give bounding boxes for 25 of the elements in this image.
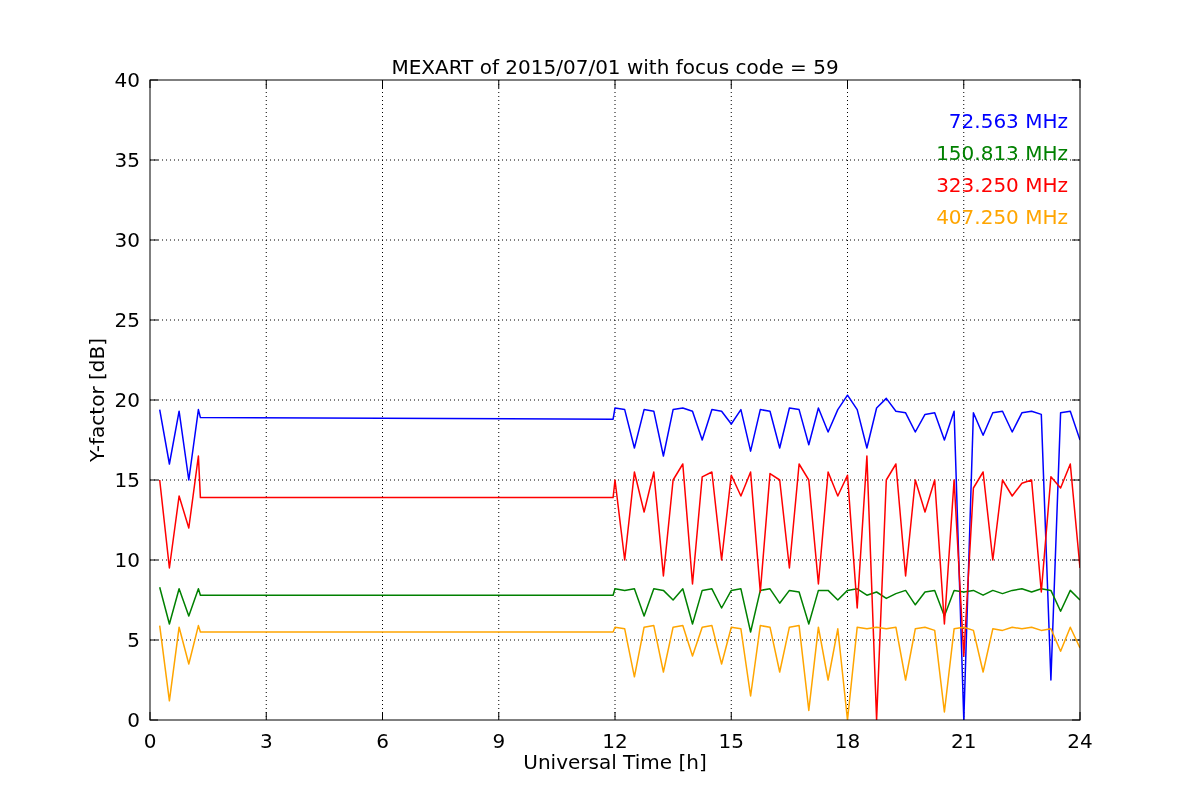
- y-axis-label: Y-factor [dB]: [85, 338, 109, 462]
- y-tick-label: 15: [114, 468, 140, 492]
- legend-label: 407.250 MHz: [936, 205, 1068, 229]
- legend-label: 150.813 MHz: [936, 141, 1068, 165]
- y-tick-label: 10: [114, 548, 140, 572]
- x-tick-label: 12: [602, 729, 628, 753]
- x-tick-label: 0: [143, 729, 157, 753]
- x-tick-label: 15: [718, 729, 744, 753]
- x-tick-label: 3: [259, 729, 273, 753]
- y-tick-label: 5: [127, 628, 140, 652]
- y-tick-label: 0: [127, 708, 140, 732]
- legend-label: 72.563 MHz: [948, 109, 1068, 133]
- x-axis-label: Universal Time [h]: [523, 750, 707, 774]
- x-tick-label: 18: [834, 729, 861, 753]
- x-tick-label: 9: [492, 729, 506, 753]
- y-tick-label: 40: [114, 68, 140, 92]
- chart-title: MEXART of 2015/07/01 with focus code = 59: [391, 55, 839, 79]
- y-tick-label: 35: [114, 148, 140, 172]
- y-tick-label: 25: [114, 308, 140, 332]
- x-tick-label: 6: [376, 729, 389, 753]
- y-tick-label: 30: [114, 228, 140, 252]
- legend-label: 323.250 MHz: [936, 173, 1068, 197]
- y-tick-label: 20: [114, 388, 140, 412]
- x-tick-label: 24: [1067, 729, 1093, 753]
- x-tick-label: 21: [951, 729, 977, 753]
